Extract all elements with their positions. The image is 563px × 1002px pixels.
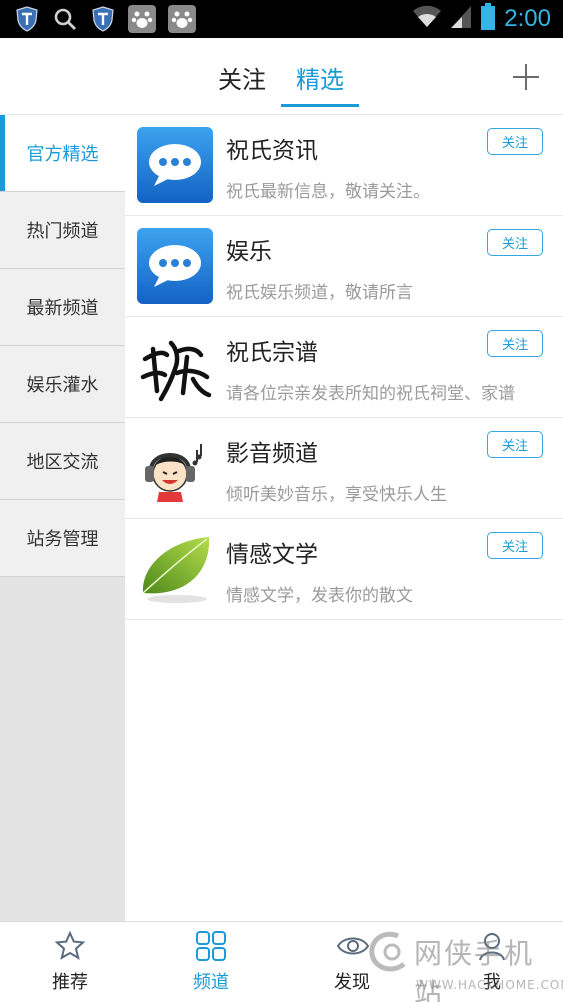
sidebar-item-site-admin[interactable]: 站务管理 xyxy=(0,500,125,577)
category-sidebar: 官方精选 热门频道 最新频道 娱乐灌水 地区交流 站务管理 xyxy=(0,115,125,921)
baidu-paw-icon xyxy=(128,5,156,33)
nav-label: 推荐 xyxy=(52,972,88,993)
sidebar-item-entertainment[interactable]: 娱乐灌水 xyxy=(0,346,125,423)
follow-button[interactable]: 关注 xyxy=(487,431,543,458)
channel-description: 祝氏娱乐频道，敬请所言 xyxy=(226,283,413,303)
channel-title: 娱乐 xyxy=(226,239,272,265)
clock: 2:00 xyxy=(504,5,551,32)
channel-description: 情感文学，发表你的散文 xyxy=(226,586,413,606)
eye-icon xyxy=(336,930,370,962)
person-icon xyxy=(476,930,508,962)
baidu-paw-icon xyxy=(168,5,196,33)
search-icon xyxy=(52,5,78,33)
channel-description: 倾听美妙音乐，享受快乐人生 xyxy=(226,485,447,505)
nav-label: 我 xyxy=(483,972,501,993)
notification-icons xyxy=(14,5,196,33)
system-indicators: 2:00 xyxy=(412,3,551,35)
signal-icon xyxy=(450,5,472,33)
nav-label: 发现 xyxy=(334,972,370,993)
top-tab-bar: 关注 精选 xyxy=(0,38,563,115)
bottom-navigation: 推荐 频道 发现 我 xyxy=(0,921,563,1002)
list-item[interactable]: 祝氏宗谱 请各位宗亲发表所知的祝氏祠堂、家谱 关注 xyxy=(125,317,563,418)
active-tab-indicator xyxy=(281,104,359,107)
channel-description: 祝氏最新信息，敬请关注。 xyxy=(226,182,430,202)
follow-button[interactable]: 关注 xyxy=(487,330,543,357)
follow-button[interactable]: 关注 xyxy=(487,229,543,256)
channel-title: 情感文学 xyxy=(226,542,318,568)
nav-label: 频道 xyxy=(193,972,229,993)
chat-bubble-icon xyxy=(137,127,213,203)
list-item[interactable]: 祝氏资讯 祝氏最新信息，敬请关注。 关注 xyxy=(125,115,563,216)
shield-icon xyxy=(90,5,116,33)
chat-bubble-icon xyxy=(137,228,213,304)
battery-icon xyxy=(480,3,496,35)
sidebar-item-regional[interactable]: 地区交流 xyxy=(0,423,125,500)
tab-following[interactable]: 关注 xyxy=(218,60,266,95)
nav-recommend[interactable]: 推荐 xyxy=(0,922,140,1002)
channel-title: 祝氏宗谱 xyxy=(226,340,318,366)
calligraphy-icon xyxy=(137,329,213,405)
sidebar-item-official-featured[interactable]: 官方精选 xyxy=(0,115,125,192)
channel-title: 影音频道 xyxy=(226,441,318,467)
channel-description: 请各位宗亲发表所知的祝氏祠堂、家谱 xyxy=(226,384,515,404)
sidebar-item-new-channels[interactable]: 最新频道 xyxy=(0,269,125,346)
follow-button[interactable]: 关注 xyxy=(487,532,543,559)
tab-featured[interactable]: 精选 xyxy=(296,60,344,95)
add-icon[interactable] xyxy=(513,64,539,90)
nav-discover[interactable]: 发现 xyxy=(282,922,422,1002)
channel-list: 祝氏资讯 祝氏最新信息，敬请关注。 关注 娱乐 祝氏娱乐频道，敬请所言 关注 祝… xyxy=(125,115,563,620)
list-item[interactable]: 影音频道 倾听美妙音乐，享受快乐人生 关注 xyxy=(125,418,563,519)
green-leaf-icon xyxy=(137,531,213,607)
headphone-boy-icon xyxy=(137,430,213,506)
nav-me[interactable]: 我 xyxy=(422,922,562,1002)
wifi-icon xyxy=(412,5,442,33)
list-item[interactable]: 娱乐 祝氏娱乐频道，敬请所言 关注 xyxy=(125,216,563,317)
channel-title: 祝氏资讯 xyxy=(226,138,318,164)
sidebar-item-hot-channels[interactable]: 热门频道 xyxy=(0,192,125,269)
nav-channels[interactable]: 频道 xyxy=(141,922,281,1002)
status-bar: 2:00 xyxy=(0,0,563,38)
follow-button[interactable]: 关注 xyxy=(487,128,543,155)
list-item[interactable]: 情感文学 情感文学，发表你的散文 关注 xyxy=(125,519,563,620)
shield-icon xyxy=(14,5,40,33)
star-icon xyxy=(54,930,86,962)
grid-icon xyxy=(195,930,227,962)
